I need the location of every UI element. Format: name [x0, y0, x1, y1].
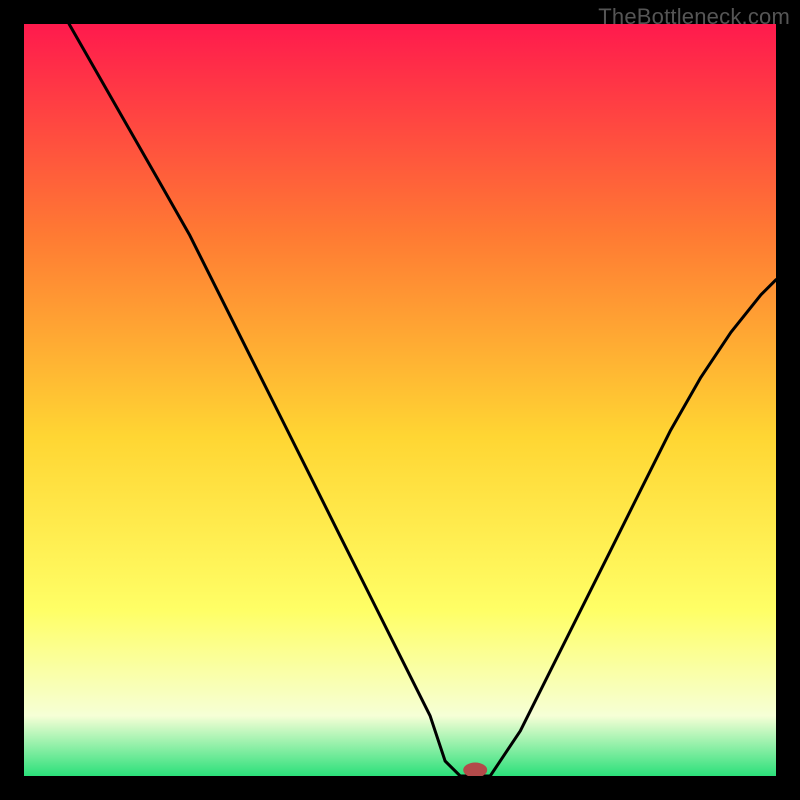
chart-frame: TheBottleneck.com: [0, 0, 800, 800]
gradient-background: [24, 24, 776, 776]
plot-area: [24, 24, 776, 776]
bottleneck-plot: [24, 24, 776, 776]
watermark-text: TheBottleneck.com: [598, 4, 790, 30]
